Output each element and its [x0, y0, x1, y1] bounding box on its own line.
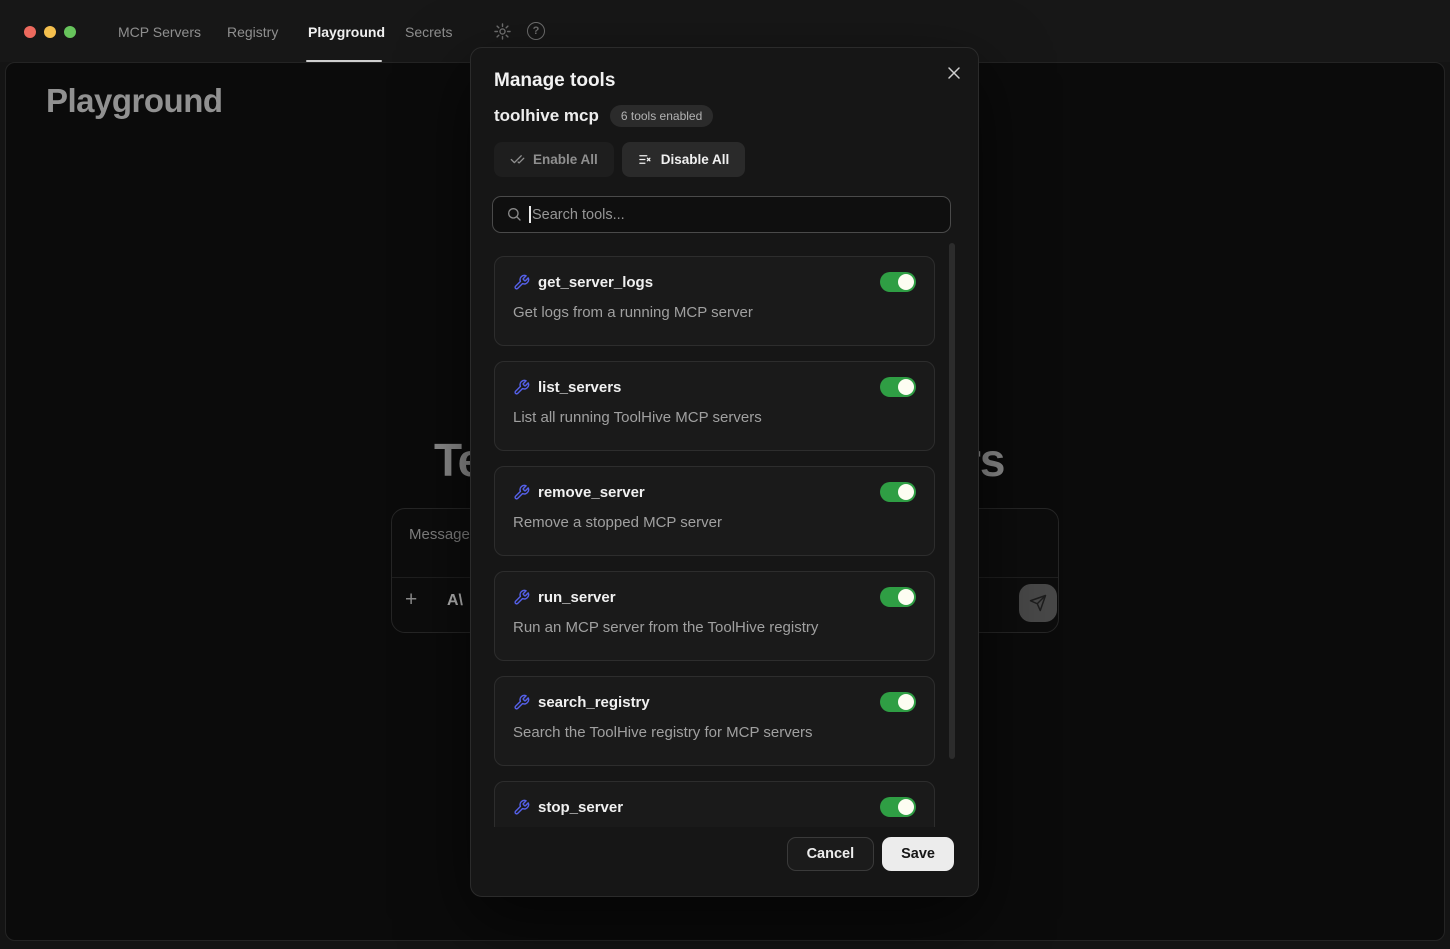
tool-name: search_registry — [538, 694, 650, 711]
tab-registry[interactable]: Registry — [227, 24, 278, 40]
help-icon[interactable]: ? — [527, 22, 546, 41]
tool-card: get_server_logs Get logs from a running … — [494, 256, 935, 346]
save-label: Save — [901, 846, 935, 862]
tool-description: Search the ToolHive registry for MCP ser… — [513, 724, 916, 741]
disable-all-label: Disable All — [661, 152, 730, 167]
tab-mcp-servers[interactable]: MCP Servers — [118, 24, 201, 40]
tool-name: stop_server — [538, 799, 623, 816]
tool-toggle[interactable] — [880, 272, 916, 292]
tool-card: run_server Run an MCP server from the To… — [494, 571, 935, 661]
search-input[interactable] — [492, 196, 951, 233]
traffic-minimize-button[interactable] — [44, 26, 56, 38]
wrench-icon — [513, 589, 530, 606]
attach-plus-icon[interactable]: + — [405, 588, 417, 612]
paper-plane-icon — [1029, 594, 1047, 612]
tool-toggle[interactable] — [880, 587, 916, 607]
text-caret — [529, 206, 531, 223]
check-check-icon — [510, 152, 525, 167]
list-x-icon — [638, 152, 653, 167]
tool-description: Run an MCP server from the ToolHive regi… — [513, 619, 916, 636]
wrench-icon — [513, 379, 530, 396]
close-icon[interactable] — [944, 63, 964, 83]
wrench-icon — [513, 274, 530, 291]
server-name: toolhive mcp — [494, 106, 599, 126]
toggle-knob — [898, 379, 914, 395]
toggle-knob — [898, 799, 914, 815]
toggle-knob — [898, 694, 914, 710]
toggle-knob — [898, 274, 914, 290]
send-button[interactable] — [1019, 584, 1057, 622]
tool-card: search_registry Search the ToolHive regi… — [494, 676, 935, 766]
save-button[interactable]: Save — [882, 837, 954, 871]
manage-tools-dialog: Manage tools toolhive mcp 6 tools enable… — [470, 47, 979, 897]
tool-toggle[interactable] — [880, 797, 916, 817]
settings-gear-icon[interactable] — [493, 22, 512, 41]
tool-name: get_server_logs — [538, 274, 653, 291]
toggle-knob — [898, 484, 914, 500]
wrench-icon — [513, 694, 530, 711]
tools-enabled-badge: 6 tools enabled — [610, 105, 713, 127]
tool-description: Remove a stopped MCP server — [513, 514, 916, 531]
tab-secrets[interactable]: Secrets — [405, 24, 452, 40]
disable-all-button[interactable]: Disable All — [622, 142, 746, 177]
enable-all-label: Enable All — [533, 152, 598, 167]
list-scrollbar[interactable] — [949, 243, 955, 759]
page-title: Playground — [46, 82, 223, 120]
tool-card: remove_server Remove a stopped MCP serve… — [494, 466, 935, 556]
tab-playground[interactable]: Playground — [308, 24, 385, 40]
cancel-button[interactable]: Cancel — [787, 837, 875, 871]
tool-card: list_servers List all running ToolHive M… — [494, 361, 935, 451]
wrench-icon — [513, 484, 530, 501]
help-glyph: ? — [527, 22, 545, 40]
enable-all-button[interactable]: Enable All — [494, 142, 614, 177]
tool-card: stop_server — [494, 781, 935, 827]
tool-name: list_servers — [538, 379, 621, 396]
tool-description: List all running ToolHive MCP servers — [513, 409, 916, 426]
wrench-icon — [513, 799, 530, 816]
tool-toggle[interactable] — [880, 482, 916, 502]
typography-icon[interactable]: A\ — [447, 592, 463, 610]
tool-toggle[interactable] — [880, 692, 916, 712]
tool-name: run_server — [538, 589, 616, 606]
tool-description: Get logs from a running MCP server — [513, 304, 916, 321]
tool-toggle[interactable] — [880, 377, 916, 397]
traffic-close-button[interactable] — [24, 26, 36, 38]
tool-name: remove_server — [538, 484, 645, 501]
search-icon — [506, 206, 522, 222]
toggle-knob — [898, 589, 914, 605]
traffic-zoom-button[interactable] — [64, 26, 76, 38]
dialog-title: Manage tools — [494, 70, 615, 92]
tool-list[interactable]: get_server_logs Get logs from a running … — [494, 241, 935, 827]
cancel-label: Cancel — [807, 846, 855, 862]
